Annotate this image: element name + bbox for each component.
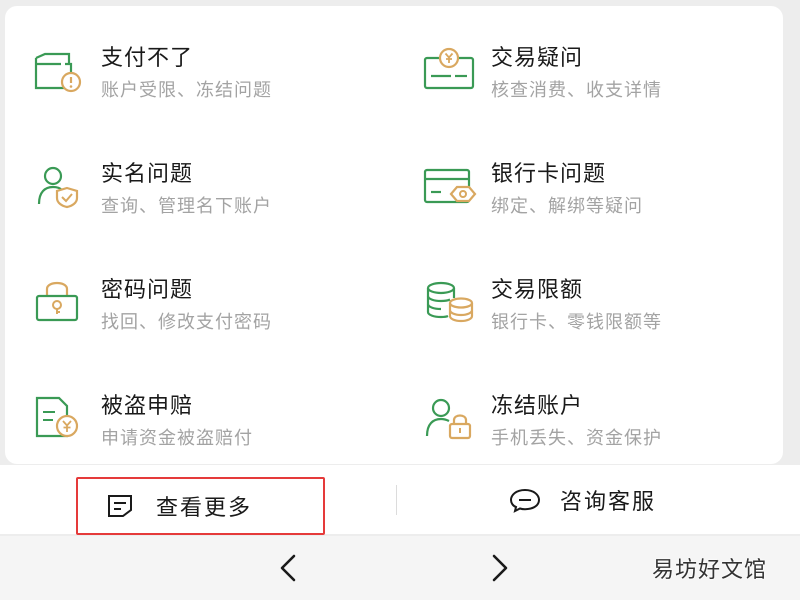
item-title: 冻结账户: [491, 394, 584, 419]
item-bank-card[interactable]: 银行卡问题 绑定、解绑等疑问: [395, 122, 755, 232]
coin-stack-icon: [426, 281, 474, 323]
bank-card-icon: [423, 168, 477, 204]
item-transaction-limit[interactable]: 交易限额 银行卡、零钱限额等: [395, 238, 755, 348]
item-payment-failed[interactable]: 支付不了 账户受限、冻结问题: [5, 6, 365, 116]
item-password[interactable]: 密码问题 找回、修改支付密码: [5, 238, 365, 348]
help-center-screen: 支付不了 账户受限、冻结问题 交易疑问 核查消费、收支详情 实名问题 查询、管理…: [0, 0, 800, 600]
item-subtitle: 绑定、解绑等疑问: [491, 196, 643, 217]
item-title: 密码问题: [101, 278, 194, 303]
list-document-icon: [108, 495, 132, 517]
user-lock-icon: [425, 398, 472, 440]
item-title: 被盗申赔: [101, 394, 194, 419]
item-freeze-account[interactable]: 冻结账户 手机丢失、资金保护: [395, 354, 755, 464]
claim-document-icon: [35, 396, 79, 438]
item-subtitle: 银行卡、零钱限额等: [491, 312, 662, 333]
view-more-label: 查看更多: [156, 496, 253, 521]
item-subtitle: 手机丢失、资金保护: [491, 428, 662, 449]
contact-support-button[interactable]: 咨询客服: [508, 465, 738, 535]
item-title: 交易限额: [491, 278, 584, 303]
item-subtitle: 申请资金被盗赔付: [101, 428, 253, 449]
password-lock-icon: [35, 281, 79, 322]
chevron-right-icon[interactable]: [484, 550, 514, 586]
item-title: 银行卡问题: [491, 162, 607, 187]
chat-bubble-icon: [509, 488, 541, 513]
item-title: 实名问题: [101, 162, 194, 187]
item-subtitle: 找回、修改支付密码: [101, 312, 272, 333]
item-subtitle: 查询、管理名下账户: [101, 196, 272, 217]
item-real-name[interactable]: 实名问题 查询、管理名下账户: [5, 122, 365, 232]
item-title: 支付不了: [101, 46, 194, 71]
view-more-button[interactable]: 查看更多: [76, 477, 325, 535]
item-transaction-query[interactable]: 交易疑问 核查消费、收支详情: [395, 6, 755, 116]
item-theft-claim[interactable]: 被盗申赔 申请资金被盗赔付: [5, 354, 365, 464]
contact-support-label: 咨询客服: [560, 490, 657, 515]
wallet-alert-icon: [34, 52, 82, 93]
problem-category-card: 支付不了 账户受限、冻结问题 交易疑问 核查消费、收支详情 实名问题 查询、管理…: [5, 6, 783, 464]
bottom-action-bar: 查看更多 咨询客服: [0, 464, 800, 535]
bill-yuan-icon: [423, 47, 475, 90]
item-title: 交易疑问: [491, 46, 584, 71]
user-shield-icon: [37, 166, 79, 209]
divider: [396, 485, 397, 515]
watermark: 易坊好文馆: [652, 558, 768, 583]
chevron-left-icon[interactable]: [274, 550, 304, 586]
item-subtitle: 核查消费、收支详情: [491, 80, 662, 101]
item-subtitle: 账户受限、冻结问题: [101, 80, 272, 101]
